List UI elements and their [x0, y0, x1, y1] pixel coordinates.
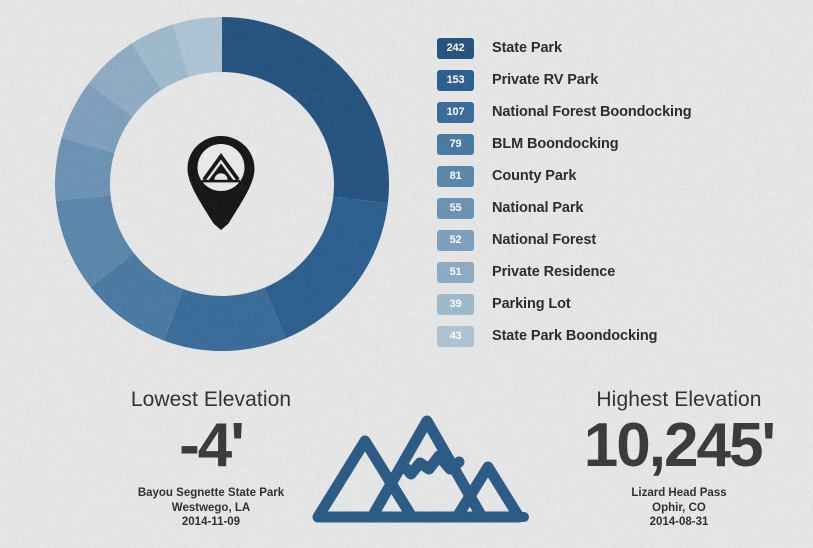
legend-row[interactable]: 52 National Forest — [437, 224, 797, 256]
legend-row[interactable]: 79 BLM Boondocking — [437, 128, 797, 160]
highest-elevation-value: 10,245' — [545, 417, 813, 476]
legend: 242 State Park 153 Private RV Park 107 Nation… — [437, 32, 797, 352]
highest-elevation-meta: Lizard Head Pass Ophir, CO 2014-08-31 — [545, 486, 813, 530]
legend-row[interactable]: 242 State Park — [437, 32, 797, 64]
mountain-icon — [310, 412, 535, 532]
donut-segment[interactable] — [265, 197, 388, 339]
legend-count-badge: 55 — [437, 198, 474, 219]
highest-elevation-date: 2014-08-31 — [545, 515, 813, 530]
legend-label: BLM Boondocking — [492, 136, 619, 152]
legend-row[interactable]: 43 State Park Boondocking — [437, 320, 797, 352]
legend-count-badge: 153 — [437, 70, 474, 91]
highest-elevation-location: Ophir, CO — [545, 501, 813, 516]
legend-count-badge: 51 — [437, 262, 474, 283]
mountain-icon-svg — [310, 412, 535, 532]
legend-label: National Park — [492, 200, 583, 216]
lowest-elevation-title: Lowest Elevation — [66, 388, 356, 411]
legend-row[interactable]: 39 Parking Lot — [437, 288, 797, 320]
legend-count-badge: 52 — [437, 230, 474, 251]
legend-count-badge: 39 — [437, 294, 474, 315]
legend-row[interactable]: 51 Private Residence — [437, 256, 797, 288]
legend-label: County Park — [492, 168, 576, 184]
legend-label: State Park Boondocking — [492, 328, 657, 344]
legend-count-badge: 107 — [437, 102, 474, 123]
highest-elevation-title: Highest Elevation — [545, 388, 813, 411]
legend-row[interactable]: 55 National Park — [437, 192, 797, 224]
legend-label: National Forest — [492, 232, 596, 248]
map-pin-tent-icon — [186, 136, 256, 230]
legend-count-badge: 79 — [437, 134, 474, 155]
legend-label: Private RV Park — [492, 72, 598, 88]
legend-count-badge: 242 — [437, 38, 474, 59]
mountain-ground-line — [316, 512, 529, 522]
legend-label: State Park — [492, 40, 562, 56]
legend-row[interactable]: 153 Private RV Park — [437, 64, 797, 96]
legend-count-badge: 81 — [437, 166, 474, 187]
legend-label: National Forest Boondocking — [492, 104, 692, 120]
mountain-peak-right — [457, 467, 519, 517]
legend-row[interactable]: 81 County Park — [437, 160, 797, 192]
donut-segment[interactable] — [164, 288, 286, 351]
legend-label: Private Residence — [492, 264, 615, 280]
legend-row[interactable]: 107 National Forest Boondocking — [437, 96, 797, 128]
legend-label: Parking Lot — [492, 296, 571, 312]
highest-elevation-block: Highest Elevation 10,245' Lizard Head Pa… — [545, 388, 813, 530]
map-pin-tent-icon-svg — [186, 136, 256, 230]
tent-base — [202, 180, 240, 183]
highest-elevation-place: Lizard Head Pass — [545, 486, 813, 501]
legend-count-badge: 43 — [437, 326, 474, 347]
